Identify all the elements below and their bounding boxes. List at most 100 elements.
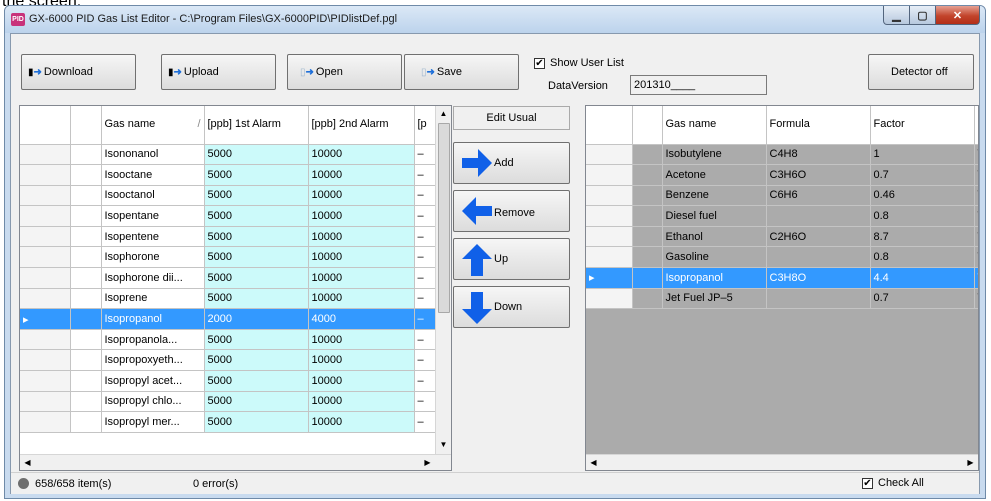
gas-list-cell[interactable]: 10000 xyxy=(308,370,415,392)
gas-list-cell[interactable] xyxy=(70,308,102,330)
user-list-cell[interactable]: C6H6 xyxy=(766,185,871,207)
gas-list-cell[interactable]: – xyxy=(414,349,437,372)
down-button[interactable]: Down xyxy=(453,286,570,328)
gas-list-cell[interactable] xyxy=(70,391,102,413)
gas-list-cell[interactable]: – xyxy=(414,185,437,207)
gas-list-cell[interactable]: 5000 xyxy=(204,226,309,248)
user-list-cell[interactable]: V xyxy=(974,246,978,269)
gas-list-cell[interactable] xyxy=(70,329,102,351)
user-list-cell[interactable] xyxy=(766,205,871,227)
gas-list-row[interactable]: Isopentane 5000 10000– xyxy=(20,205,437,227)
gas-list-cell[interactable]: 5000 xyxy=(204,391,309,413)
gas-list-row[interactable]: Isooctane 5000 10000– xyxy=(20,164,437,186)
user-list-cell[interactable] xyxy=(632,267,663,289)
user-list-cell[interactable] xyxy=(632,226,663,248)
first-alarm-column-header[interactable]: [ppb] 1st Alarm xyxy=(204,106,309,145)
gas-list-cell[interactable]: – xyxy=(414,370,437,392)
gas-list-cell[interactable]: 10000 xyxy=(308,164,415,186)
user-list-cell[interactable] xyxy=(632,205,663,227)
gas-list-cell[interactable]: Isononanol xyxy=(101,144,205,166)
gas-list-cell[interactable] xyxy=(70,288,102,310)
user-list-cell[interactable]: V xyxy=(974,226,978,248)
gas-list-row[interactable]: Isopropoxyeth... 5000 10000– xyxy=(20,349,437,372)
gas-list-row[interactable]: Isononanol 5000 10000– xyxy=(20,144,437,166)
user-list-cell[interactable]: 0.7 xyxy=(870,288,975,310)
factor-column-header[interactable]: Factor xyxy=(870,106,975,145)
gas-list-cell[interactable] xyxy=(70,226,102,248)
gas-list-cell[interactable]: 10000 xyxy=(308,288,415,310)
gas-list-cell[interactable]: Isooctanol xyxy=(101,185,205,207)
gas-list-cell[interactable]: 10000 xyxy=(308,391,415,413)
scroll-up-icon[interactable]: ▲ xyxy=(436,106,451,121)
gas-list-cell[interactable]: Isopropoxyeth... xyxy=(101,349,205,372)
user-list-cell[interactable]: 8.7 xyxy=(870,226,975,248)
gas-list-cell[interactable]: – xyxy=(414,164,437,186)
user-list-row[interactable]: ▸ IsopropanolC3H8O4.4V xyxy=(586,267,978,289)
gas-list-cell[interactable] xyxy=(70,144,102,166)
gas-list-cell[interactable]: 5000 xyxy=(204,164,309,186)
detector-off-button[interactable]: Detector off xyxy=(868,54,974,90)
gas-list-cell[interactable]: 10000 xyxy=(308,329,415,351)
check-column-header[interactable] xyxy=(70,106,102,145)
scroll-right-icon[interactable]: ▶ xyxy=(420,455,435,470)
user-list-cell[interactable]: 0.8 xyxy=(870,205,975,227)
gas-list-cell[interactable] xyxy=(70,370,102,392)
save-button[interactable]: ▯➜ Save xyxy=(404,54,519,90)
user-list-row[interactable]: BenzeneC6H60.46V xyxy=(586,185,978,207)
gas-list-row[interactable]: ▸ Isopropanol 2000 4000– xyxy=(20,308,437,330)
remove-button[interactable]: Remove xyxy=(453,190,570,232)
gas-list-cell[interactable]: – xyxy=(414,246,437,269)
user-list-cell[interactable]: C2H6O xyxy=(766,226,871,248)
gas-list-cell[interactable] xyxy=(70,267,102,289)
user-list-cell[interactable] xyxy=(632,185,663,207)
gas-list-row[interactable]: Isopropyl chlo... 5000 10000– xyxy=(20,391,437,413)
check-all-checkbox[interactable]: ✔ Check All xyxy=(862,477,924,489)
gas-list-cell[interactable]: 10000 xyxy=(308,205,415,227)
gas-list-cell[interactable]: 10000 xyxy=(308,144,415,166)
open-button[interactable]: ▯➜ Open xyxy=(287,54,402,90)
user-list-cell[interactable]: C3H8O xyxy=(766,267,871,289)
gas-list-cell[interactable]: 5000 xyxy=(204,144,309,166)
user-list-cell[interactable] xyxy=(632,246,663,269)
gas-list-cell[interactable]: Isophorone xyxy=(101,246,205,269)
gas-list-row[interactable]: Isophorone dii... 5000 10000– xyxy=(20,267,437,289)
gas-list-cell[interactable]: Isoprene xyxy=(101,288,205,310)
gas-list-row[interactable]: Isoprene 5000 10000– xyxy=(20,288,437,310)
user-list-cell[interactable]: V xyxy=(974,288,978,310)
user-list-row[interactable]: AcetoneC3H6O0.7V xyxy=(586,164,978,186)
gas-list-cell[interactable]: 5000 xyxy=(204,205,309,227)
gas-list-cell[interactable] xyxy=(70,246,102,269)
gas-list-cell[interactable]: Isopropyl chlo... xyxy=(101,391,205,413)
user-list-cell[interactable] xyxy=(632,144,663,166)
user-list-cell[interactable]: 0.8 xyxy=(870,246,975,269)
user-list-cell[interactable]: 0.7 xyxy=(870,164,975,186)
gas-list-cell[interactable]: – xyxy=(414,411,437,433)
gas-list-cell[interactable]: 10000 xyxy=(308,226,415,248)
user-list-cell[interactable]: 0.46 xyxy=(870,185,975,207)
gas-list-cell[interactable]: – xyxy=(414,288,437,310)
gas-list-cell[interactable] xyxy=(70,205,102,227)
gas-list-cell[interactable]: 10000 xyxy=(308,246,415,269)
gas-list-cell[interactable]: Isopentene xyxy=(101,226,205,248)
gas-list-cell[interactable]: – xyxy=(414,391,437,413)
gas-list-cell[interactable]: 5000 xyxy=(204,288,309,310)
gas-list-cell[interactable]: 2000 xyxy=(204,308,309,330)
close-button[interactable]: ✕ xyxy=(936,6,980,25)
gas-list-cell[interactable]: Isopropanol xyxy=(101,308,205,330)
user-list-cell[interactable]: C3H6O xyxy=(766,164,871,186)
user-list-cell[interactable]: Isobutylene xyxy=(662,144,767,166)
user-list-row[interactable]: Diesel fuel 0.8V xyxy=(586,205,978,227)
gas-list-row[interactable]: Isophorone 5000 10000– xyxy=(20,246,437,269)
user-list-cell[interactable]: Jet Fuel JP–5 xyxy=(662,288,767,310)
gas-list-cell[interactable]: 10000 xyxy=(308,267,415,289)
gas-list-cell[interactable] xyxy=(70,411,102,433)
user-list-row[interactable]: Gasoline 0.8V xyxy=(586,246,978,269)
up-button[interactable]: Up xyxy=(453,238,570,280)
gas-list-cell[interactable]: Isopentane xyxy=(101,205,205,227)
scroll-left-icon[interactable]: ◀ xyxy=(586,455,601,470)
truncated-column-header[interactable]: S xyxy=(974,106,978,145)
user-list-row[interactable]: EthanolC2H6O8.7V xyxy=(586,226,978,248)
download-button[interactable]: ▮➜ Download xyxy=(21,54,136,90)
second-alarm-column-header[interactable]: [ppb] 2nd Alarm xyxy=(308,106,415,145)
minimize-button[interactable]: ▁ xyxy=(883,6,910,25)
